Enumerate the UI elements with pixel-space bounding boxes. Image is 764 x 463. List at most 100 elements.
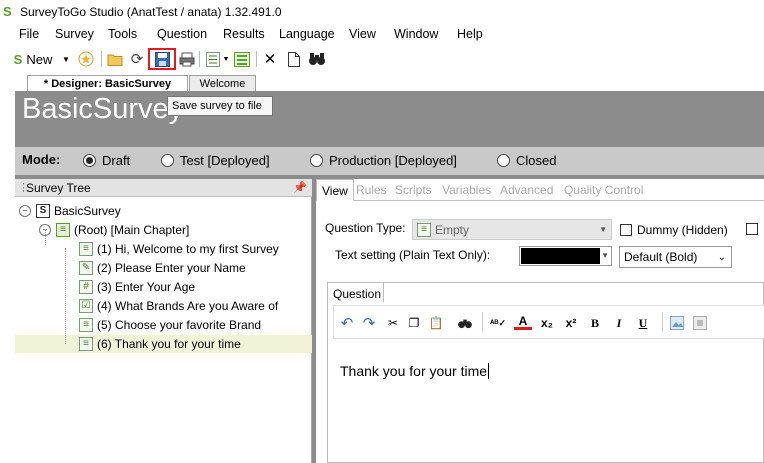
question-text-content[interactable]: Thank you for your time [340, 363, 490, 379]
undo-icon[interactable]: ↶ [338, 314, 356, 332]
save-button[interactable] [148, 48, 176, 70]
menu-survey[interactable]: Survey [55, 27, 94, 41]
survey-title: BasicSurvey [22, 93, 184, 125]
tree-node-chapter[interactable]: − ≡ (Root) [Main Chapter] [39, 220, 189, 239]
tab-view[interactable]: View [316, 179, 354, 201]
superscript-icon[interactable]: x² [562, 314, 580, 332]
mode-test-radio[interactable]: Test [Deployed] [161, 153, 270, 168]
main-toolbar: S New ▼ ⟳ ▼ ✕ [0, 46, 764, 72]
window-title: SurveyToGo Studio (AnatTest / anata) 1.3… [20, 5, 282, 19]
bold-icon[interactable]: B [586, 314, 604, 332]
print-icon[interactable] [178, 50, 196, 68]
question-open-ended-icon: ✎ [79, 260, 93, 275]
menu-tools[interactable]: Tools [108, 27, 137, 41]
checkbox-icon [620, 224, 632, 236]
menu-results[interactable]: Results [223, 27, 265, 41]
survey-tree-header: ⋮ Survey Tree 📌 [15, 179, 312, 197]
checkbox-icon [746, 223, 758, 235]
dummy-hidden-checkbox[interactable]: Dummy (Hidden) [620, 223, 728, 237]
tree-item-label: (5) Choose your favorite Brand [97, 317, 262, 332]
copy-icon[interactable]: ❐ [405, 314, 423, 332]
radio-icon [497, 154, 510, 167]
mode-draft-radio[interactable]: Draft [83, 153, 130, 168]
question-type-value: Empty [435, 222, 470, 237]
chapter-icon: ≡ [56, 222, 70, 237]
tab-advanced[interactable]: Advanced [500, 183, 553, 197]
new-dropdown-arrow-icon[interactable]: ▼ [61, 50, 71, 68]
menu-language[interactable]: Language [279, 27, 335, 41]
tree-item[interactable]: ☑ (4) What Brands Are you Aware of [79, 296, 278, 315]
tree-item-selected[interactable]: ≡ (6) Thank you for your time [79, 334, 241, 353]
refresh-icon[interactable]: ⟳ [128, 50, 146, 68]
tree-node-root[interactable]: − S BasicSurvey [19, 201, 121, 220]
tree-item[interactable]: ≡ (5) Choose your favorite Brand [79, 315, 261, 334]
menu-window[interactable]: Window [394, 27, 438, 41]
color-swatch [521, 248, 600, 264]
survey-tree-panel: ⋮ Survey Tree 📌 − S BasicSurvey − ≡ (Roo… [15, 179, 312, 463]
dummy-hidden-label: Dummy (Hidden) [637, 223, 728, 237]
document-tab-strip: * Designer: BasicSurvey Welcome [15, 72, 764, 92]
tree-chapter-label: (Root) [Main Chapter] [74, 222, 190, 237]
find-binoculars-icon[interactable] [456, 314, 474, 332]
add-chapter-icon[interactable] [233, 50, 251, 68]
question-type-label: Question Type: [325, 221, 406, 235]
spell-check-icon[interactable]: ᴬᴮ✓ [489, 314, 507, 332]
cut-icon[interactable]: ✂ [384, 314, 402, 332]
underline-icon[interactable]: U [634, 314, 652, 332]
menu-view[interactable]: View [349, 27, 376, 41]
favorite-star-icon[interactable] [77, 50, 95, 68]
collapse-icon[interactable]: − [19, 204, 31, 217]
paste-icon[interactable]: 📋 [427, 314, 445, 332]
mode-production-label: Production [Deployed] [329, 153, 457, 168]
question-type-select[interactable]: ≡ Empty ▼ [412, 219, 612, 240]
redo-icon[interactable]: ↷ [360, 314, 378, 332]
font-color-icon[interactable]: A [514, 314, 532, 330]
question-text-icon: ≡ [79, 241, 93, 256]
tab-question-editor[interactable]: Question [328, 283, 384, 303]
tree-item[interactable]: ✎ (2) Please Enter your Name [79, 258, 246, 277]
text-color-picker[interactable]: ▼ [519, 246, 612, 266]
radio-selected-icon [83, 154, 96, 167]
tab-variables[interactable]: Variables [442, 183, 491, 197]
new-button-label: New [26, 51, 53, 67]
tree-item[interactable]: # (3) Enter Your Age [79, 277, 195, 296]
menu-help[interactable]: Help [457, 27, 483, 41]
insert-media-icon[interactable] [691, 314, 709, 332]
blank-page-icon[interactable] [285, 50, 303, 68]
tab-designer[interactable]: * Designer: BasicSurvey [27, 75, 188, 92]
font-style-value: Default (Bold) [624, 250, 698, 264]
mode-label: Mode: [22, 152, 61, 167]
subscript-icon[interactable]: x₂ [538, 314, 556, 332]
menu-file[interactable]: File [19, 27, 39, 41]
question-type-icon: ≡ [417, 222, 431, 237]
survey-tree-title: Survey Tree [26, 181, 91, 195]
tree-item-label: (4) What Brands Are you Aware of [97, 298, 279, 313]
tab-quality-control[interactable]: Quality Control [564, 183, 643, 197]
insert-image-icon[interactable] [668, 314, 686, 332]
italic-icon[interactable]: I [610, 314, 628, 332]
pin-icon[interactable]: 📌 [293, 181, 307, 194]
font-style-select[interactable]: Default (Bold) ⌄ [619, 246, 732, 268]
new-button[interactable]: S New [9, 50, 57, 68]
extra-checkbox[interactable] [746, 223, 763, 235]
mode-production-radio[interactable]: Production [Deployed] [310, 153, 457, 168]
radio-icon [310, 154, 323, 167]
add-question-icon[interactable] [204, 50, 222, 68]
tab-scripts[interactable]: Scripts [395, 183, 432, 197]
mode-bar: Mode: Draft Test [Deployed] Production [… [15, 147, 764, 175]
open-folder-icon[interactable] [106, 50, 124, 68]
tree-item[interactable]: ≡ (1) Hi, Welcome to my first Survey [79, 239, 279, 258]
question-text-icon: ≡ [79, 336, 93, 351]
question-numeric-icon: # [79, 279, 93, 294]
delete-icon[interactable]: ✕ [261, 50, 279, 68]
question-text: Thank you for your time [340, 363, 488, 379]
tab-welcome[interactable]: Welcome [189, 75, 256, 92]
tab-rules[interactable]: Rules [356, 183, 387, 197]
mode-draft-label: Draft [102, 153, 131, 168]
mode-closed-radio[interactable]: Closed [497, 153, 556, 168]
app-logo-icon: S [3, 4, 12, 19]
add-question-dropdown-icon[interactable]: ▼ [222, 50, 230, 68]
title-bar: S SurveyToGo Studio (AnatTest / anata) 1… [0, 0, 764, 24]
find-binoculars-icon[interactable] [307, 50, 327, 68]
menu-question[interactable]: Question [157, 27, 207, 41]
